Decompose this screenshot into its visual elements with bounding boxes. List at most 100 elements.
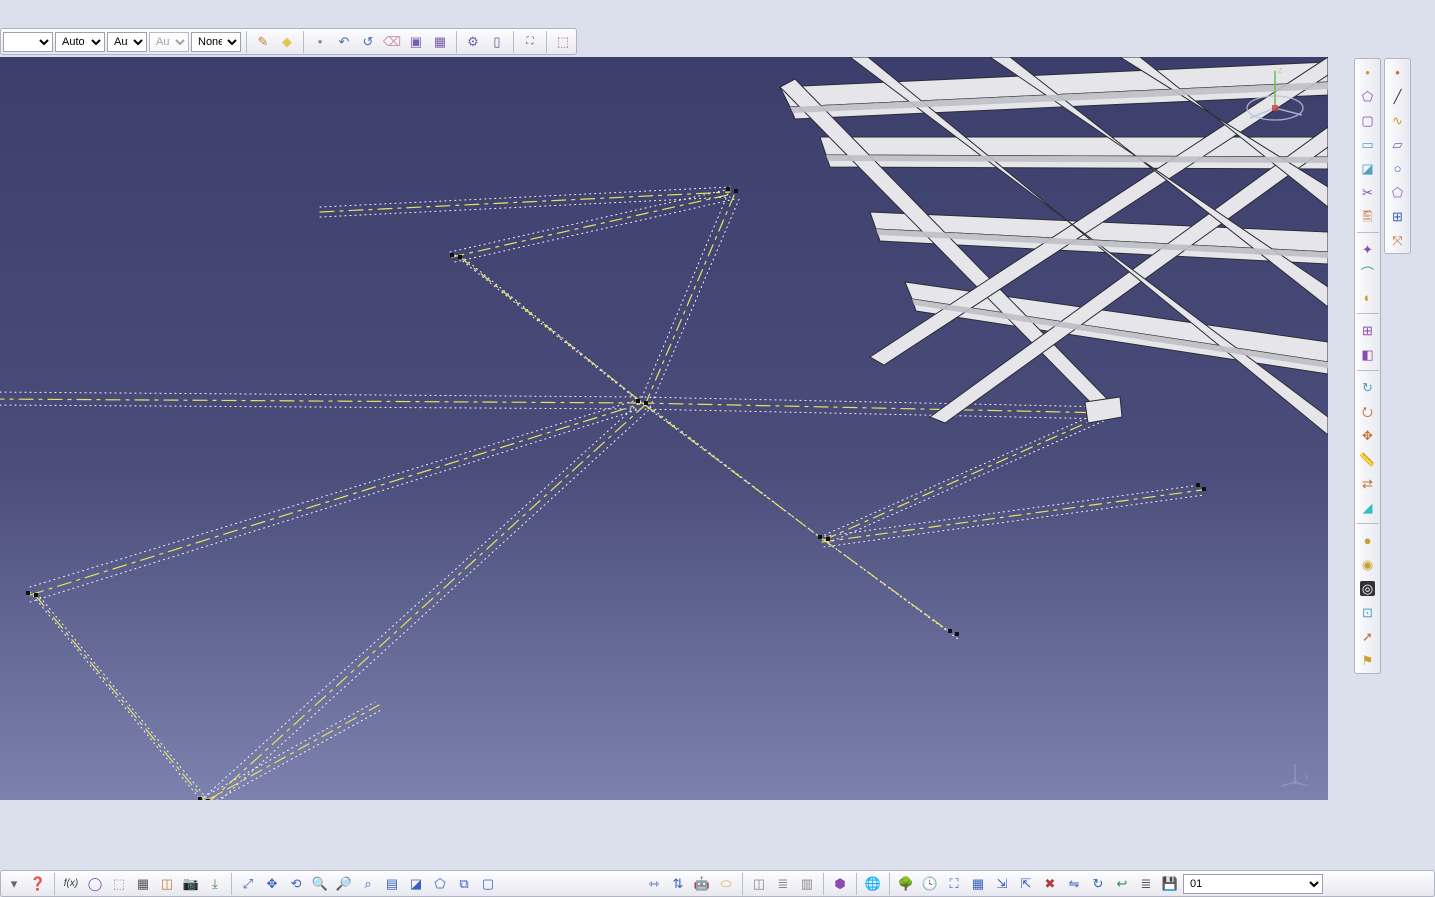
transparent-icon[interactable]: ◫ [748,873,770,895]
list-icon[interactable]: ≣ [1135,873,1157,895]
link-icon[interactable]: 🖺 [1357,205,1379,227]
hatch-icon[interactable]: ⊞ [1387,205,1409,227]
layers-icon[interactable]: ≣ [772,873,794,895]
separator [1357,232,1379,233]
panel-icon[interactable]: ▥ [796,873,818,895]
select-5[interactable]: None [191,32,241,52]
diamond-icon[interactable]: ◆ [276,31,298,53]
align-v-icon[interactable]: ⇅ [667,873,689,895]
cubes-icon[interactable]: ⬚ [552,31,574,53]
select-1[interactable] [3,32,53,52]
target-icon[interactable]: ◎ [1357,577,1379,599]
globe-icon[interactable]: 🌐 [862,873,884,895]
face-icon[interactable]: ◧ [1357,343,1379,365]
arrow-icon[interactable]: ➚ [1357,625,1379,647]
sphere-b-icon[interactable]: ◉ [1357,553,1379,575]
align-h-icon[interactable]: ⇿ [643,873,665,895]
pill-icon[interactable]: ⬭ [715,873,737,895]
orbit-icon[interactable]: ↻ [1357,376,1379,398]
zoom-out-icon[interactable]: 🔎 [333,873,355,895]
brush-icon[interactable]: ✎ [252,31,274,53]
dot-b-icon[interactable]: • [1387,61,1409,83]
save-arrow-icon[interactable]: ⤓ [204,873,226,895]
scale-select[interactable]: 01 [1183,874,1323,894]
separator [246,31,247,53]
undo-arrow-icon[interactable]: ↩ [1111,873,1133,895]
slab-icon[interactable]: ▭ [1357,133,1379,155]
axis-icon[interactable]: ⤧ [1387,229,1409,251]
robot-icon[interactable]: 🤖 [691,873,713,895]
flag-icon[interactable]: ⚑ [1357,649,1379,671]
zoom-area-icon[interactable]: ⌕ [357,873,379,895]
capture-icon[interactable]: ⧉ [453,873,475,895]
mode-icon[interactable]: ⬢ [829,873,851,895]
box-a-icon[interactable]: ▣ [405,31,427,53]
select-4[interactable]: Aut [149,32,189,52]
ruler-icon[interactable]: 📏 [1357,448,1379,470]
box-b-icon[interactable]: ▦ [429,31,451,53]
plane-icon[interactable]: ▱ [1387,133,1409,155]
axis-on-icon[interactable]: ⛶ [943,873,965,895]
disk-icon[interactable]: 💾 [1159,873,1181,895]
orbit-b-icon[interactable]: ⟲ [285,873,307,895]
views-icon[interactable]: ▤ [381,873,403,895]
collapse-icon[interactable]: ⇱ [1015,873,1037,895]
move-icon[interactable]: ✥ [261,873,283,895]
explode-icon[interactable]: ⇲ [991,873,1013,895]
select-3[interactable]: Aut [107,32,147,52]
shape-icon[interactable]: ⬠ [1357,85,1379,107]
window-icon[interactable]: ▢ [477,873,499,895]
clock-icon[interactable]: 🕓 [919,873,941,895]
lock-icon[interactable]: ⊞ [1357,319,1379,341]
line-icon[interactable]: ╱ [1387,85,1409,107]
rotate-b-icon[interactable]: ↻ [1087,873,1109,895]
cyan-icon[interactable]: ◢ [1357,496,1379,518]
pan-icon[interactable]: ✥ [1357,424,1379,446]
separator [856,873,857,895]
ghost-icon[interactable]: ⬚ [108,873,130,895]
scene-svg [0,57,1328,800]
zoom-in-icon[interactable]: 🔍 [309,873,331,895]
eraser-icon[interactable]: ⌫ [381,31,403,53]
arc-icon[interactable]: ↶ [333,31,355,53]
sketch-icon[interactable]: ∿ [1387,109,1409,131]
cut-icon[interactable]: ✂ [1357,181,1379,203]
tree-icon[interactable]: 🌳 [895,873,917,895]
separator [303,31,304,53]
delete-icon[interactable]: ✖ [1039,873,1061,895]
separator [889,873,890,895]
select-2[interactable]: Auto [55,32,105,52]
loop-icon[interactable]: ◯ [84,873,106,895]
convert-icon[interactable]: ⇄ [1357,472,1379,494]
3d-viewport[interactable]: z y [0,57,1328,800]
cube-icon[interactable]: ◫ [156,873,178,895]
polygon-icon[interactable]: ⬠ [1387,181,1409,203]
mirror-icon[interactable]: ⇋ [1063,873,1085,895]
arc-merge-icon[interactable]: ⌒ [1357,262,1379,284]
grid-search-icon[interactable]: ⊡ [1357,601,1379,623]
repeat-arc-icon[interactable]: ↺ [357,31,379,53]
separator [823,873,824,895]
small-dot-icon[interactable]: • [309,31,331,53]
grid-icon[interactable]: ▦ [132,873,154,895]
xyz-icon[interactable]: ⛶ [519,31,541,53]
grid-on-icon[interactable]: ▦ [967,873,989,895]
gear-icon[interactable]: ⚙ [462,31,484,53]
plate-icon[interactable]: ◪ [1357,157,1379,179]
point-icon[interactable]: • [1357,61,1379,83]
fit-icon[interactable]: ⤢ [237,873,259,895]
hemisphere-icon[interactable]: ◐ [1357,286,1379,308]
circle-icon[interactable]: ○ [1387,157,1409,179]
rotate-icon[interactable]: ⭮ [1357,400,1379,422]
sphere-a-icon[interactable]: ● [1357,529,1379,551]
fx-icon[interactable]: f(x) [60,873,82,895]
separator [231,873,232,895]
iso2-icon[interactable]: ⬠ [429,873,451,895]
dropdown-icon[interactable]: ▾ [3,873,25,895]
iso-icon[interactable]: ◪ [405,873,427,895]
help-icon[interactable]: ❓ [27,873,49,895]
wall-icon[interactable]: ▯ [486,31,508,53]
camera-icon[interactable]: 📷 [180,873,202,895]
box-icon[interactable]: ▢ [1357,109,1379,131]
cluster-icon[interactable]: ✦ [1357,238,1379,260]
